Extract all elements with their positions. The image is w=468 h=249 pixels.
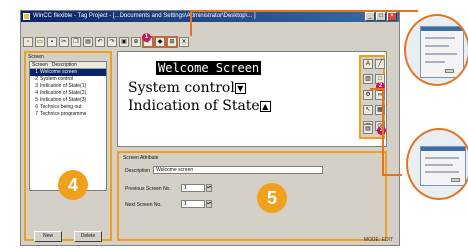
pointer-icon[interactable]: ↖: [363, 105, 373, 116]
status-bar: MODE: EDIT: [363, 237, 393, 243]
symbol-tool-icon[interactable]: ◆: [154, 36, 166, 48]
maximize-button[interactable]: □: [376, 12, 386, 21]
connector-line-bottom: [382, 174, 402, 176]
image-icon[interactable]: ▧: [363, 74, 373, 85]
close-button[interactable]: ×: [387, 12, 397, 21]
window-title: WinCC flexible - Tag Project - [...Docum…: [33, 13, 256, 19]
screen-attribute-panel: Screen Attribute Description Welcome scr…: [117, 151, 387, 241]
item-desc: Technics being out: [40, 104, 82, 110]
arrow-up-icon[interactable]: ▲: [259, 100, 271, 112]
column-screen[interactable]: Screen: [30, 62, 50, 68]
cut-icon[interactable]: ✂: [59, 37, 69, 47]
app-icon: [23, 13, 30, 20]
attribute-caption: Screen Attribute: [123, 155, 159, 161]
list-item[interactable]: 2 System control: [30, 76, 106, 83]
list-item[interactable]: 5 Indication of State(3): [30, 97, 106, 104]
description-label: Description: [125, 168, 151, 174]
zoom-icon[interactable]: ⊕: [131, 37, 141, 47]
delete-icon[interactable]: ✕: [179, 37, 189, 47]
connector-line-mid: [370, 88, 382, 90]
item-desc: Indication of State(3): [40, 97, 87, 103]
previous-screen-spinner[interactable]: ▴▾: [206, 184, 212, 192]
screen-list-panel: Screen Screen Description 1 Welcome scree…: [24, 51, 112, 242]
item-num: 5: [35, 97, 38, 103]
text-icon[interactable]: A: [363, 59, 373, 69]
item-desc: Indication of State(1): [40, 83, 87, 89]
undo-icon[interactable]: ↶: [95, 37, 105, 47]
item-num: 7: [35, 111, 38, 117]
new-icon[interactable]: ▫: [23, 37, 33, 47]
column-description[interactable]: Description: [50, 62, 79, 68]
list-item[interactable]: 1 Welcome screen: [30, 69, 106, 76]
line-icon[interactable]: ╱: [375, 59, 385, 69]
description-field[interactable]: Welcome screen: [153, 166, 323, 174]
paste-icon[interactable]: ▤: [83, 37, 93, 47]
next-screen-label: Next Screen No.: [125, 202, 162, 208]
screen-editor-canvas[interactable]: Welcome Screen System control ▼ Indicatio…: [117, 51, 387, 147]
indication-state-label: Indication of State: [128, 98, 260, 114]
save-icon[interactable]: ▪: [47, 37, 57, 47]
app-window: WinCC flexible - Tag Project - [...Docum…: [20, 10, 400, 246]
insert-icon[interactable]: ⊞: [166, 36, 178, 48]
screen-icon[interactable]: ▣: [119, 37, 129, 47]
arrow-down-icon[interactable]: ▼: [234, 82, 246, 94]
callout-circle-bottom: [406, 128, 468, 200]
title-bar: WinCC flexible - Tag Project - [...Docum…: [21, 11, 399, 22]
callout-badge-4: 4: [58, 170, 88, 200]
item-num: 6: [35, 104, 38, 110]
previous-screen-field[interactable]: 1: [181, 184, 205, 192]
list-item[interactable]: 7 Technics programme: [30, 111, 106, 118]
system-control-text[interactable]: System control ▼: [128, 80, 246, 96]
list-header: Screen Description: [30, 62, 106, 69]
open-icon[interactable]: ▭: [35, 37, 45, 47]
callout-badge-5: 5: [257, 183, 287, 213]
connector-line-top: [190, 10, 418, 12]
toolbar: ▫ ▭ ▪ ✂ ❐ ▤ ↶ ↷ ▣ ⊕ T ◆ ⊞ ✕: [23, 35, 189, 49]
previous-screen-label: Previous Screen No.: [125, 186, 171, 192]
list-item[interactable]: 6 Technics being out: [30, 104, 106, 111]
properties-icon[interactable]: ▤: [363, 124, 373, 134]
welcome-screen-text[interactable]: Welcome Screen: [156, 61, 262, 75]
panel-caption: Screen: [28, 54, 44, 60]
redo-icon[interactable]: ↷: [107, 37, 117, 47]
window-controls: _ □ ×: [365, 12, 397, 21]
item-desc: System control: [40, 76, 74, 82]
item-desc: Indication of State(2): [40, 90, 87, 96]
toolbar-badge: 1: [142, 33, 151, 42]
item-desc: Technics programme: [40, 111, 87, 117]
system-control-label: System control: [128, 80, 235, 96]
list-item[interactable]: 3 Indication of State(1): [30, 83, 106, 90]
list-item[interactable]: 4 Indication of State(2): [30, 90, 106, 97]
copy-icon[interactable]: ❐: [71, 37, 81, 47]
item-num: 3: [35, 83, 38, 89]
callout-circle-top: [404, 14, 468, 86]
minimize-button[interactable]: _: [365, 12, 375, 21]
screen-list[interactable]: Screen Description 1 Welcome screen 2 Syst…: [29, 61, 107, 200]
connector-line-top-drop: [190, 10, 192, 36]
dialog-thumbnail: [420, 146, 466, 186]
connector-line-vertical: [382, 88, 384, 174]
indication-state-text[interactable]: Indication of State ▲: [128, 98, 271, 114]
item-num: 2: [35, 76, 38, 82]
gear-icon[interactable]: ⚙: [363, 89, 373, 100]
item-num: 1: [35, 69, 38, 75]
next-screen-field[interactable]: 1: [181, 200, 205, 208]
next-screen-spinner[interactable]: ▴▾: [206, 200, 212, 208]
item-desc: Welcome screen: [40, 69, 78, 75]
dialog-thumbnail: [420, 26, 464, 78]
item-num: 4: [35, 90, 38, 96]
